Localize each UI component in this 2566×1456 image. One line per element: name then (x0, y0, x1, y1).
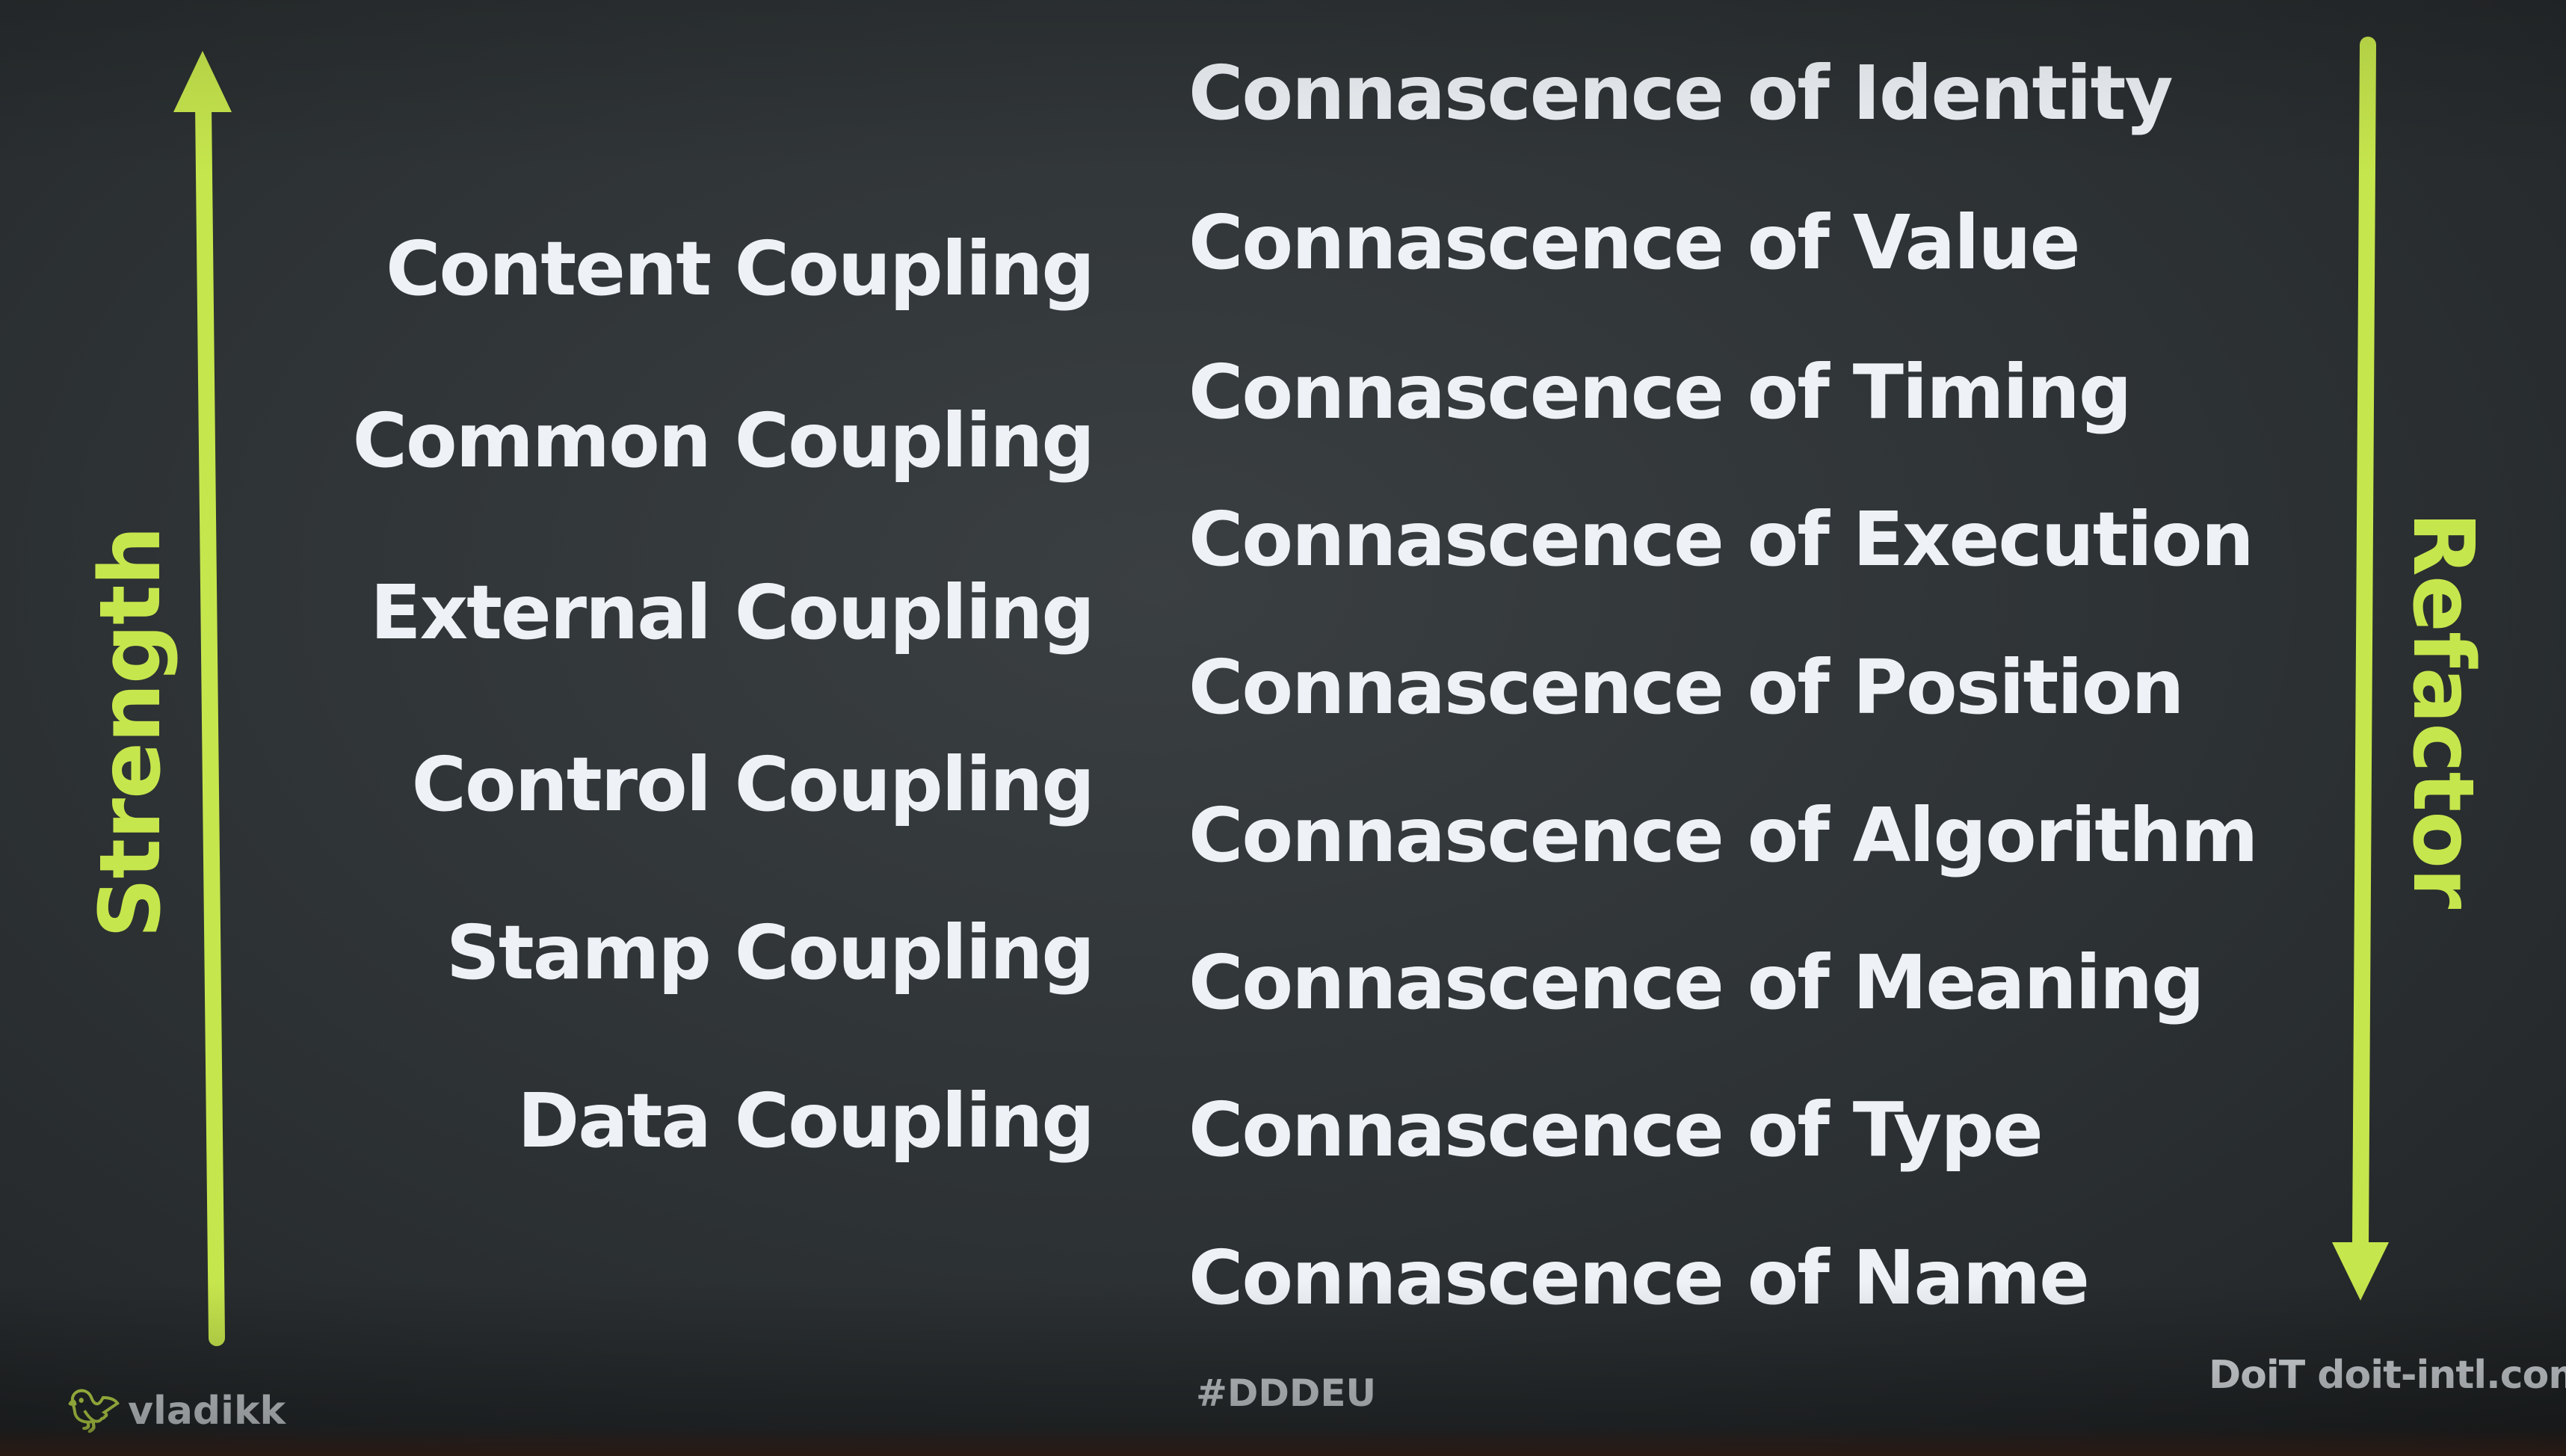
connascence-item-timing: Connascence of Timing (1188, 348, 2132, 436)
doit-logo: DoiT (2209, 1353, 2305, 1398)
screen-bottom-edge (0, 1426, 2566, 1456)
strength-arrow-head (173, 51, 232, 112)
connascence-item-meaning: Connascence of Meaning (1188, 939, 2205, 1026)
connascence-item-algorithm: Connascence of Algorithm (1188, 792, 2258, 879)
coupling-item-common: Common Coupling (352, 397, 1095, 484)
refactor-arrow-head (2332, 1242, 2389, 1301)
coupling-item-external: External Coupling (370, 569, 1095, 656)
connascence-item-name: Connascence of Name (1188, 1234, 2090, 1321)
connascence-item-value: Connascence of Value (1188, 199, 2080, 286)
slide: Strength Refactor Content Coupling Commo… (0, 0, 2566, 1456)
coupling-item-data: Data Coupling (517, 1077, 1095, 1165)
coupling-item-content: Content Coupling (386, 225, 1095, 312)
strength-arrow-shaft (195, 96, 225, 1346)
refactor-arrow-shaft (2352, 37, 2376, 1253)
footer-site: DoiT doit-intl.com (2209, 1353, 2566, 1398)
connascence-item-execution: Connascence of Execution (1188, 496, 2254, 583)
connascence-item-type: Connascence of Type (1188, 1086, 2044, 1173)
connascence-item-identity: Connascence of Identity (1188, 49, 2174, 137)
footer-hashtag: #DDDEU (1196, 1372, 1377, 1415)
strength-axis-label: Strength (82, 526, 179, 939)
connascence-item-position: Connascence of Position (1188, 644, 2184, 731)
coupling-item-control: Control Coupling (411, 741, 1095, 828)
site-url: doit-intl.com (2317, 1353, 2566, 1398)
refactor-axis-label: Refactor (2394, 511, 2491, 909)
coupling-item-stamp: Stamp Coupling (445, 909, 1095, 996)
